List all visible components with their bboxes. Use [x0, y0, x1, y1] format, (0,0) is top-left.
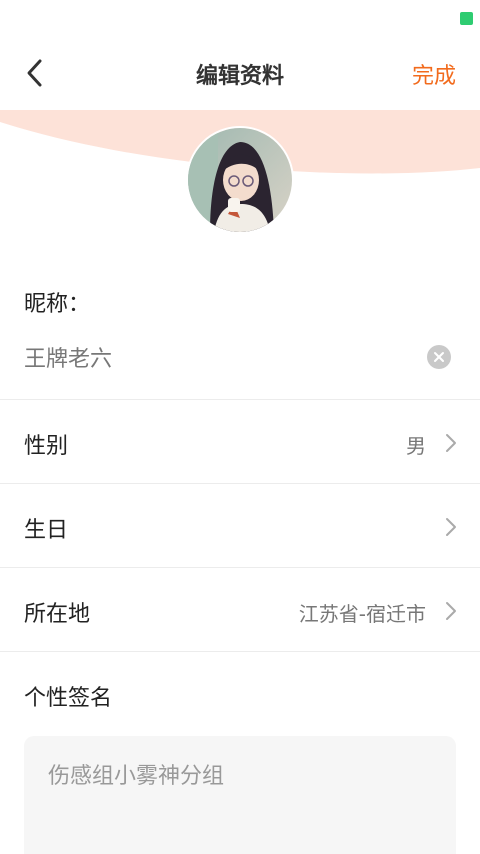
- nickname-input[interactable]: [24, 336, 404, 378]
- status-indicator-icon: [460, 12, 473, 25]
- nav-bar: 编辑资料 完成: [0, 36, 480, 110]
- divider: [0, 651, 480, 652]
- birthday-row[interactable]: 生日: [0, 484, 480, 568]
- gender-value: 男: [406, 434, 426, 458]
- clear-icon: [434, 352, 444, 362]
- clear-nickname-button[interactable]: [427, 345, 451, 369]
- gender-label: 性别: [24, 434, 69, 459]
- status-bar: [0, 0, 480, 36]
- avatar[interactable]: [186, 126, 294, 234]
- chevron-right-icon: [446, 434, 456, 452]
- signature-label: 个性签名: [24, 686, 113, 711]
- birthday-label: 生日: [24, 518, 69, 543]
- nickname-label: 昵称：: [24, 292, 91, 317]
- location-value: 江苏省-宿迁市: [298, 602, 426, 626]
- signature-textarea[interactable]: 伤感组小雾神分组: [24, 736, 456, 854]
- location-row[interactable]: 所在地 江苏省-宿迁市: [0, 568, 480, 652]
- done-button[interactable]: 完成: [412, 58, 456, 90]
- chevron-right-icon: [446, 602, 456, 620]
- gender-row[interactable]: 性别 男: [0, 400, 480, 484]
- avatar-image: [188, 128, 292, 232]
- location-label: 所在地: [24, 602, 91, 627]
- chevron-right-icon: [446, 518, 456, 536]
- page-title: 编辑资料: [195, 64, 284, 89]
